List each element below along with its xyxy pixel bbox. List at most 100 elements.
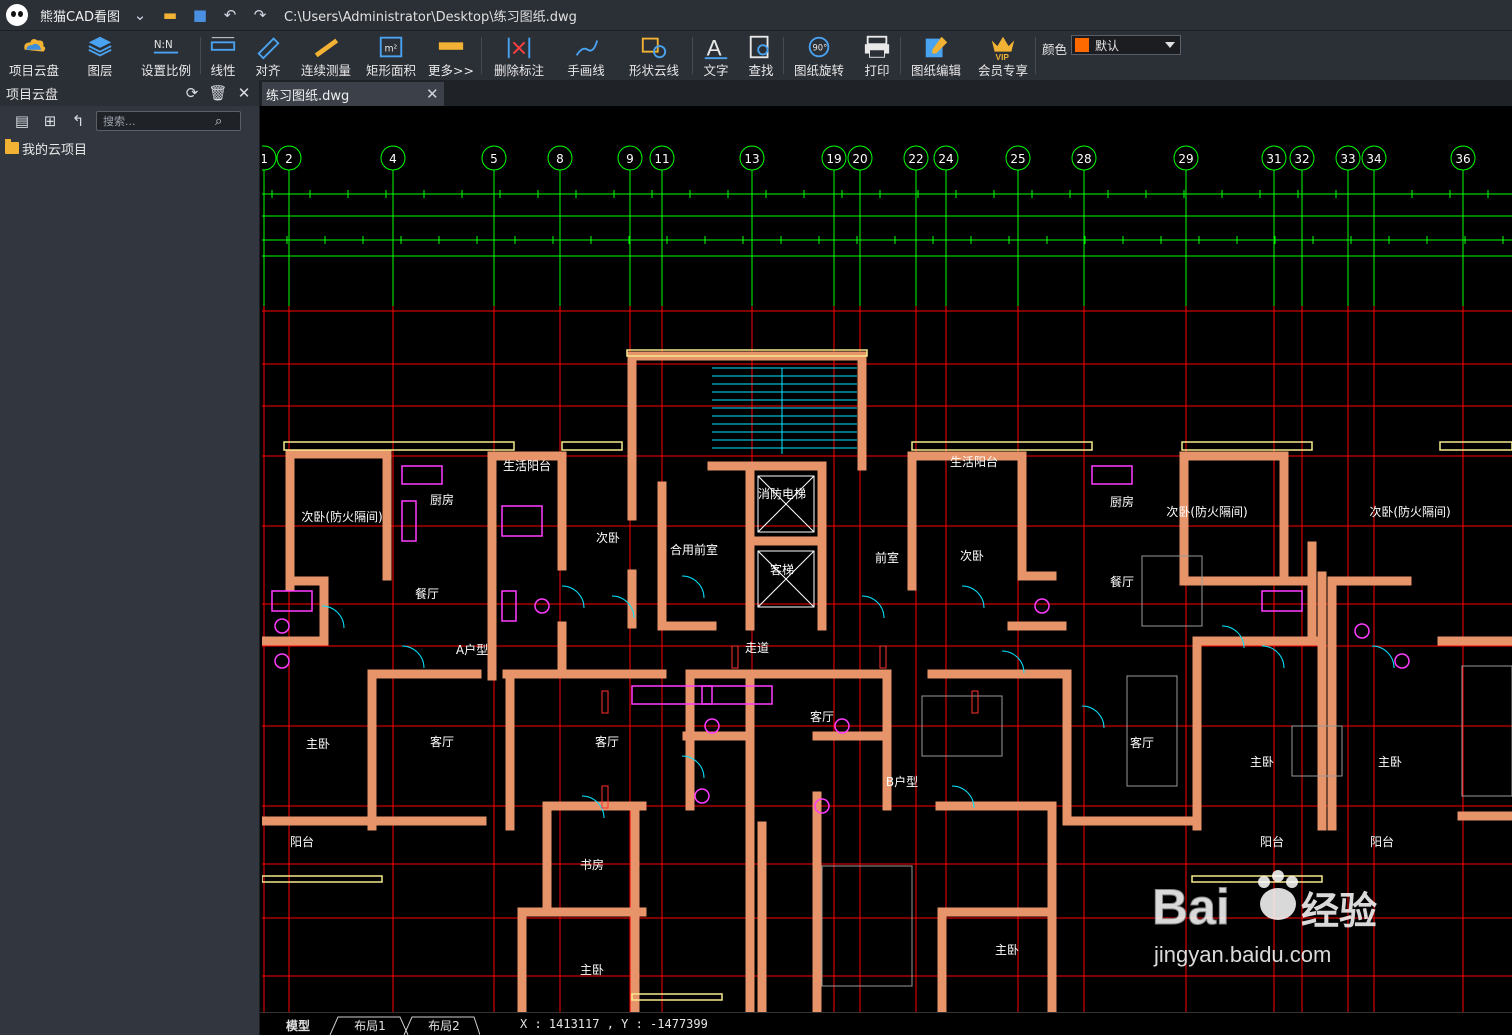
toolbar-text-button[interactable]: A 文字 [693, 31, 739, 80]
window-frame [1439, 441, 1512, 451]
toolbar-drawing-edit-button[interactable]: 图纸编辑 [901, 31, 971, 80]
tab-layout-2[interactable]: 布局2 [414, 1015, 474, 1035]
door-arc [681, 575, 705, 599]
toolbar-label: 文字 [703, 63, 729, 78]
toolbar-label: 矩形面积 [365, 63, 416, 78]
axis-label: 8 [556, 152, 564, 166]
panel-header: 项目云盘 ⟳ 🗑 ✕ [0, 80, 259, 106]
toolbar-rotate-button[interactable]: 90° 图纸旋转 [784, 31, 854, 80]
toolbar-label: 打印 [864, 63, 890, 78]
redo-icon[interactable]: ↷ [250, 6, 270, 24]
furniture [821, 865, 913, 987]
cad-drawing: 1 2 4 5 8 9 11 13 19 20 22 24 25 28 29 31 32 33 34 36次卧(防火隔… [262, 145, 1512, 1012]
sync-icon[interactable]: ⟳ [181, 84, 203, 102]
toolbar-label: 会员专享 [977, 63, 1028, 78]
room-label: 阳台 [1370, 834, 1394, 849]
axis-label: 20 [852, 152, 867, 166]
toolbar-label: 更多>> [428, 63, 474, 78]
save-icon[interactable]: ■ [190, 6, 210, 24]
trash-icon[interactable]: 🗑 [207, 84, 229, 102]
panel-toolrow: ▤ ⊞ ↰ ⌕ [0, 106, 259, 136]
chevron-down-icon[interactable]: ⌄ [130, 6, 150, 24]
door-arc [961, 585, 985, 609]
window-frame [561, 441, 623, 451]
toolbar-delete-dimension-button[interactable]: 删除标注 [482, 31, 556, 80]
drawing-edit-icon [920, 34, 952, 60]
close-icon[interactable]: ✕ [233, 84, 255, 102]
room-label: 主卧 [1250, 755, 1274, 769]
new-file-icon[interactable]: ▤ [8, 112, 36, 130]
axis-label: 2 [285, 152, 293, 166]
toolbar-print-button[interactable]: 打印 [854, 31, 900, 80]
rotate-icon: 90° [803, 34, 835, 60]
new-folder-icon[interactable]: ⊞ [36, 112, 64, 130]
toolbar-label: 项目云盘 [8, 63, 59, 78]
toolbar-label: 图层 [87, 63, 113, 78]
search-input[interactable] [97, 114, 215, 128]
toolbar-find-button[interactable]: 查找 [739, 31, 783, 80]
toolbar-rect-area-button[interactable]: m² 矩形面积 [361, 31, 421, 80]
toolbar-continuous-measure-button[interactable]: 连续测量 [291, 31, 361, 80]
room-label: 主卧 [1378, 755, 1402, 769]
fixture [1354, 623, 1370, 639]
axis-label: 19 [826, 152, 841, 166]
cursor-coordinates: X : 1413117 , Y : -1477399 [520, 1017, 708, 1031]
room-label: 客梯 [770, 562, 794, 577]
fixture [401, 465, 443, 485]
furniture [1126, 675, 1178, 787]
drawing-canvas[interactable]: 1 2 4 5 8 9 11 13 19 20 22 24 25 28 29 31 32 33 34 36 次卧(防火隔… [262, 106, 1512, 1012]
axis-label: 32 [1294, 152, 1309, 166]
rect-area-icon: m² [375, 34, 407, 60]
room-label: A户型 [456, 642, 488, 657]
toolbar-shape-cloud-button[interactable]: 形状云线 [616, 31, 692, 80]
document-tab[interactable]: 练习图纸.dwg ✕ [262, 82, 444, 106]
fixture [274, 653, 290, 669]
toolbar-label: 删除标注 [493, 63, 544, 78]
linear-measure-icon [207, 34, 239, 60]
door-arc [1081, 705, 1105, 729]
fixture [694, 788, 710, 804]
axis-label: 5 [490, 152, 498, 166]
document-tab-label: 练习图纸.dwg [266, 88, 350, 104]
toolbar-layers-button[interactable]: 图层 [68, 31, 132, 80]
toolbar-more-ruler-button[interactable]: 更多>> [421, 31, 481, 80]
room-label: 客厅 [595, 734, 619, 749]
toolbar-scale-button[interactable]: N:N 设置比例 [132, 31, 200, 80]
search-icon[interactable]: ⌕ [215, 114, 222, 129]
axis-label: 4 [389, 152, 397, 166]
room-label: 餐厅 [415, 586, 439, 601]
fixture [534, 598, 550, 614]
up-level-icon[interactable]: ↰ [64, 112, 92, 130]
project-cloud-panel: 项目云盘 ⟳ 🗑 ✕ ▤ ⊞ ↰ ⌕ 我的云项目 [0, 80, 260, 1035]
room-label: 次卧 [960, 549, 984, 563]
door-arc [1261, 645, 1285, 669]
tree-item-my-cloud-project[interactable]: 我的云项目 [0, 136, 259, 160]
svg-text:90°: 90° [812, 43, 827, 53]
open-folder-icon[interactable]: ▬ [160, 6, 180, 24]
color-select[interactable]: 默认 [1071, 35, 1182, 55]
aligned-measure-icon [252, 34, 284, 60]
door-arc [561, 585, 585, 609]
text-icon: A [700, 34, 732, 60]
toolbar-cloud-disk-button[interactable]: 项目云盘 [0, 31, 68, 80]
room-label: 消防电梯 [758, 486, 806, 501]
axis-label: 34 [1366, 152, 1381, 166]
tab-layout-1[interactable]: 布局1 [340, 1015, 400, 1035]
annotation-mark [879, 645, 887, 669]
panda-logo-icon [6, 4, 28, 26]
document-tabbar: 练习图纸.dwg ✕ [260, 80, 1512, 106]
fixture [1261, 590, 1303, 612]
app-name: 熊猫CAD看图 [40, 9, 120, 25]
toolbar-vip-button[interactable]: VIP 会员专享 [971, 31, 1035, 80]
axis-label: 24 [938, 152, 953, 166]
toolbar-label: 对齐 [255, 63, 281, 78]
toolbar-linear-measure-button[interactable]: 线性 [201, 31, 245, 80]
title-bar: 熊猫CAD看图 ⌄ ▬ ■ ↶ ↷ C:\Users\Administrator… [0, 0, 1512, 30]
toolbar-aligned-measure-button[interactable]: 对齐 [245, 31, 291, 80]
undo-icon[interactable]: ↶ [220, 6, 240, 24]
axis-label: 33 [1340, 152, 1355, 166]
close-tab-icon[interactable]: ✕ [426, 85, 444, 103]
tab-model[interactable]: 模型 [278, 1015, 318, 1035]
toolbar-freehand-button[interactable]: 手画线 [556, 31, 616, 80]
delete-dimension-icon [503, 34, 535, 60]
